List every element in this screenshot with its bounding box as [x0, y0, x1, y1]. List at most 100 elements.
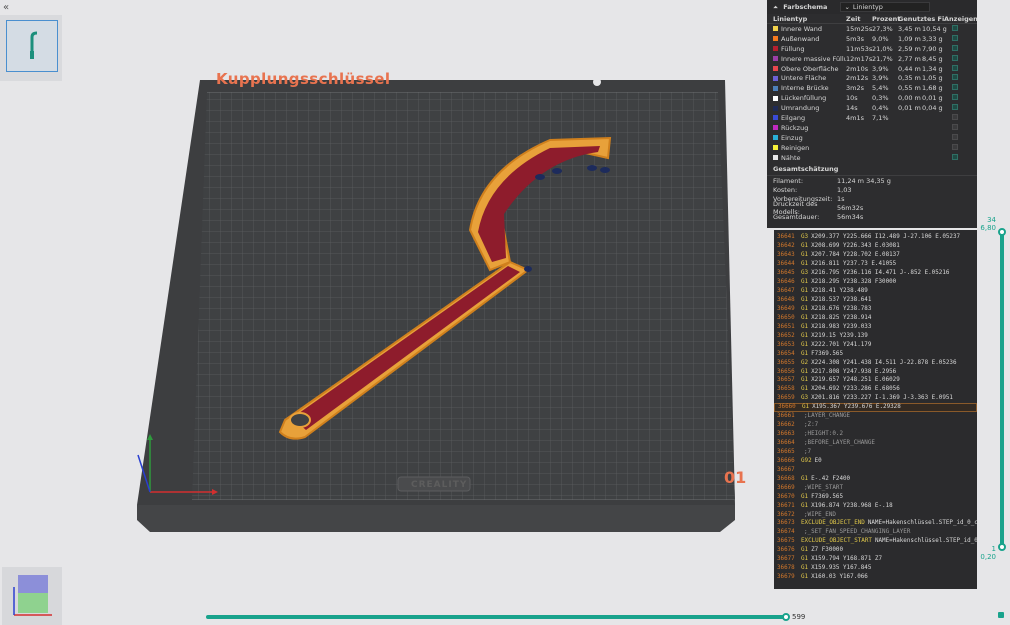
visibility-checkbox[interactable] [952, 153, 958, 160]
gcode-line[interactable]: 36654 G1 F7369.565 [774, 349, 977, 358]
gcode-line[interactable]: 36671 G1 X196.874 Y238.968 E-.18 [774, 501, 977, 510]
move-slider-handle[interactable] [782, 613, 790, 621]
gcode-command: G1 [801, 368, 809, 375]
gcode-line[interactable]: 36665 ;7 [774, 448, 977, 457]
gcode-line[interactable]: 36641 G3 X209.377 Y225.666 I12.489 J-27.10… [774, 233, 977, 242]
gcode-args: ;HEIGHT:0.2 [804, 431, 844, 438]
gcode-command: G1 [801, 574, 809, 581]
gcode-args: X217.808 Y247.938 E.2956 [811, 368, 897, 375]
gcode-line[interactable]: 36658 G1 X204.692 Y233.286 E.68056 [774, 385, 977, 394]
visibility-checkbox[interactable] [952, 84, 958, 91]
gcode-line[interactable]: 36656 G1 X217.808 Y247.938 E.2956 [774, 367, 977, 376]
gcode-line[interactable]: 36657 G1 X219.657 Y248.251 E.06029 [774, 376, 977, 385]
layer-slider-bottom-handle[interactable] [998, 543, 1006, 551]
gcode-line[interactable]: 36652 G1 X219.15 Y239.139 [774, 331, 977, 340]
gcode-line[interactable]: 36678 G1 X159.935 Y167.845 [774, 564, 977, 573]
visibility-checkbox[interactable] [952, 104, 958, 111]
gcode-line[interactable]: 36660 G1 X195.367 Y239.676 E.29328 [774, 402, 977, 412]
layer-slider-bottom-layer: 1 [991, 545, 996, 553]
visibility-checkbox[interactable] [952, 143, 958, 150]
visibility-checkbox[interactable] [952, 113, 958, 120]
gcode-command: G3 [801, 395, 809, 402]
gcode-line[interactable]: 36645 G3 X216.795 Y236.116 I4.471 J-.852 E… [774, 269, 977, 278]
legend-row-name: Nähte [773, 154, 846, 162]
total-row: Gesamtdauer: 56m34s [767, 212, 977, 221]
legend-row: Nähte [767, 153, 977, 163]
wrench-thumbnail-icon [30, 31, 38, 59]
gcode-line[interactable]: 36659 G3 X201.816 Y233.227 I-1.369 J-3.363… [774, 394, 977, 403]
visibility-checkbox[interactable] [952, 133, 958, 140]
legend-row-grams: 8,45 g [922, 54, 943, 63]
gcode-args: X216.811 Y237.73 E.41055 [811, 261, 897, 268]
gcode-line[interactable]: 36667 [774, 465, 977, 474]
visibility-checkbox[interactable] [952, 34, 958, 41]
gcode-line-number: 36667 [777, 466, 795, 473]
gcode-line-number: 36664 [777, 440, 795, 447]
total-row: Druckzeit des Modells: 56m32s [767, 200, 977, 216]
gcode-line[interactable]: 36661 ;LAYER_CHANGE [774, 412, 977, 421]
legend-row: Eilgang 4m1s 7,1% [767, 113, 977, 123]
gcode-line-number: 36665 [777, 448, 795, 455]
layer-slider-track[interactable] [1000, 232, 1004, 548]
legend-row-percent: 0,4% [872, 104, 889, 113]
gcode-args: X218.295 Y238.328 F30000 [811, 279, 897, 286]
gcode-viewer[interactable]: 36641 G3 X209.377 Y225.666 I12.489 J-27.10… [774, 230, 977, 589]
gcode-line[interactable]: 36642 G1 X208.699 Y226.343 E.03081 [774, 242, 977, 251]
visibility-checkbox[interactable] [952, 94, 958, 101]
plate-thumbnail[interactable] [6, 20, 58, 72]
gcode-line[interactable]: 36676 G1 Z7 F30000 [774, 546, 977, 555]
gcode-line-number: 36648 [777, 297, 795, 304]
total-value: 11,24 m 34,35 g [837, 176, 891, 185]
legend-row-label: Reinigen [781, 143, 810, 152]
gcode-line[interactable]: 36649 G1 X218.676 Y238.783 [774, 305, 977, 314]
gcode-line[interactable]: 36646 G1 X218.295 Y238.328 F30000 [774, 278, 977, 287]
gcode-line[interactable]: 36643 G1 X207.784 Y228.702 E.08137 [774, 251, 977, 260]
visibility-checkbox[interactable] [952, 44, 958, 51]
gcode-line[interactable]: 36644 G1 X216.811 Y237.73 E.41055 [774, 260, 977, 269]
settings-icon[interactable] [998, 612, 1004, 618]
gcode-line[interactable]: 36672 ;WIPE_END [774, 510, 977, 519]
gcode-line[interactable]: 36677 G1 X159.794 Y168.871 Z7 [774, 555, 977, 564]
legend-row-meters: 0,55 m [898, 84, 921, 93]
visibility-checkbox[interactable] [952, 74, 958, 81]
legend-row: Lückenfüllung 10s 0,3% 0,00 m 0,01 g [767, 93, 977, 103]
legend-row-time: 2m12s [846, 74, 869, 83]
gcode-line[interactable]: 36655 G2 X224.308 Y241.438 I4.511 J-22.878… [774, 358, 977, 367]
legend-row-time: 5m3s [846, 34, 864, 43]
view-navigation-cube[interactable] [2, 567, 62, 625]
gcode-line[interactable]: 36666 G92 E0 [774, 456, 977, 465]
legend-row-meters: 3,45 m [898, 24, 921, 33]
gcode-line[interactable]: 36679 G1 X160.03 Y167.066 [774, 573, 977, 582]
collapse-panel-button[interactable]: « [3, 2, 9, 13]
legend-row-label: Umrandung [781, 104, 820, 113]
gcode-line[interactable]: 36669 ;WIPE_START [774, 483, 977, 492]
gcode-command: G1 [801, 261, 809, 268]
visibility-checkbox[interactable] [952, 64, 958, 71]
gcode-line-number: 36655 [777, 359, 795, 366]
gcode-line[interactable]: 36647 G1 X218.41 Y238.489 [774, 287, 977, 296]
collapse-legend-icon[interactable]: ⏶ [773, 3, 778, 12]
gcode-line[interactable]: 36651 G1 X218.983 Y239.033 [774, 322, 977, 331]
legend-row-name: Außenwand [773, 35, 846, 43]
layer-slider-top-handle[interactable] [998, 228, 1006, 236]
visibility-checkbox[interactable] [952, 123, 958, 130]
gcode-line[interactable]: 36648 G1 X218.537 Y238.641 [774, 296, 977, 305]
gcode-line[interactable]: 36653 G1 X222.701 Y241.179 [774, 340, 977, 349]
legend-row-time: 3m2s [846, 84, 864, 93]
gcode-line[interactable]: 36673 EXCLUDE_OBJECT_END NAME=Hakenschlüss… [774, 519, 977, 528]
gcode-line[interactable]: 36675 EXCLUDE_OBJECT_START NAME=Hakenschlü… [774, 537, 977, 546]
gcode-line[interactable]: 36663 ;HEIGHT:0.2 [774, 430, 977, 439]
gcode-args: X224.308 Y241.438 I4.511 J-22.878 E.0523… [811, 359, 957, 366]
visibility-checkbox[interactable] [952, 54, 958, 61]
visibility-checkbox[interactable] [952, 24, 958, 31]
gcode-line[interactable]: 36650 G1 X218.825 Y238.914 [774, 313, 977, 322]
gcode-line[interactable]: 36662 ;Z:7 [774, 421, 977, 430]
move-slider-track[interactable] [206, 615, 786, 619]
gcode-line[interactable]: 36668 G1 E-.42 F2400 [774, 474, 977, 483]
gcode-line[interactable]: 36670 G1 F7369.565 [774, 492, 977, 501]
gcode-command: G1 [801, 502, 809, 509]
color-scheme-select[interactable]: ⌄ Linientyp [840, 2, 931, 12]
gcode-line[interactable]: 36664 ;BEFORE_LAYER_CHANGE [774, 439, 977, 448]
gcode-command: G1 [801, 332, 809, 339]
gcode-line[interactable]: 36674 ;_SET_FAN_SPEED_CHANGING_LAYER [774, 528, 977, 537]
